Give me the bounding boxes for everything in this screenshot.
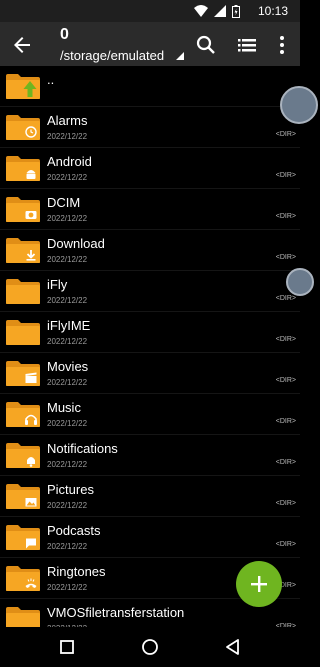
back-arrow-icon[interactable] (10, 33, 34, 57)
dir-tag: <DIR> (275, 500, 296, 507)
home-circle-icon[interactable] (140, 637, 160, 657)
folder-headphones-icon (6, 402, 40, 427)
folder-ringtone-icon (6, 566, 40, 591)
file-row[interactable]: Pictures 2022/12/22 <DIR> (0, 476, 300, 517)
file-row[interactable]: Alarms 2022/12/22 <DIR> (0, 107, 300, 148)
file-row[interactable]: Podcasts 2022/12/22 <DIR> (0, 517, 300, 558)
more-vert-icon[interactable] (270, 33, 294, 57)
plus-icon (251, 576, 267, 592)
current-path[interactable]: /storage/emulated (60, 48, 164, 63)
file-row[interactable]: iFlyIME 2022/12/22 <DIR> (0, 312, 300, 353)
dir-tag: <DIR> (275, 254, 296, 261)
file-name: Pictures (47, 482, 94, 497)
folder-icon (6, 607, 40, 627)
status-icons (194, 4, 240, 18)
file-row[interactable]: Movies 2022/12/22 <DIR> (0, 353, 300, 394)
file-date: 2022/12/22 (47, 214, 88, 223)
file-row[interactable]: Android 2022/12/22 <DIR> (0, 148, 300, 189)
folder-movie-icon (6, 361, 40, 386)
file-row[interactable]: DCIM 2022/12/22 <DIR> (0, 189, 300, 230)
wifi-icon (194, 5, 208, 17)
folder-bell-icon (6, 443, 40, 468)
folder-chat-icon (6, 525, 40, 550)
file-name: Alarms (47, 113, 88, 128)
file-date: 2022/12/22 (47, 542, 88, 551)
file-date: 2022/12/22 (47, 460, 88, 469)
floating-window-bubble-small[interactable] (286, 268, 314, 296)
file-name: Ringtones (47, 564, 106, 579)
file-list: .. Alarms 2022/12/22 <DIR> Android 2022/12/22… (0, 66, 300, 627)
folder-image-icon (6, 484, 40, 509)
file-date: 2022/12/22 (47, 173, 88, 182)
recents-square-icon[interactable] (57, 637, 77, 657)
status-time: 10:13 (257, 4, 288, 18)
file-date: 2022/12/22 (47, 501, 88, 510)
path-dropdown-indicator[interactable] (176, 52, 184, 60)
signal-icon (214, 5, 226, 17)
file-date: 2022/12/22 (47, 337, 88, 346)
status-bar: 10:13 (0, 0, 300, 22)
dir-tag: <DIR> (275, 213, 296, 220)
file-name: iFlyIME (47, 318, 91, 333)
file-date: 2022/12/22 (47, 583, 88, 592)
file-name: iFly (47, 277, 68, 292)
file-name: Movies (47, 359, 89, 374)
folder-camera-icon (6, 197, 40, 222)
file-date: 2022/12/22 (47, 255, 88, 264)
folder-icon (6, 279, 40, 304)
dir-tag: <DIR> (275, 377, 296, 384)
battery-icon (232, 4, 240, 18)
folder-android-icon (6, 156, 40, 181)
list-view-icon[interactable] (235, 33, 259, 57)
path-item-count: 0 (60, 26, 69, 43)
system-nav-bar (0, 627, 300, 667)
folder-download-icon (6, 238, 40, 263)
dir-tag: <DIR> (275, 541, 296, 548)
file-date: 2022/12/22 (47, 419, 88, 428)
back-triangle-icon[interactable] (223, 637, 243, 657)
file-row[interactable]: Music 2022/12/22 <DIR> (0, 394, 300, 435)
file-name: Notifications (47, 441, 118, 456)
file-date: 2022/12/22 (47, 132, 88, 141)
file-row[interactable]: iFly 2022/12/22 <DIR> (0, 271, 300, 312)
floating-window-bubble[interactable] (280, 86, 318, 124)
file-name: .. (47, 72, 55, 87)
dir-tag: <DIR> (275, 172, 296, 179)
dir-tag: <DIR> (275, 131, 296, 138)
file-name: Download (47, 236, 105, 251)
folder-alarm-icon (6, 115, 40, 140)
dir-tag: <DIR> (275, 295, 296, 302)
app-toolbar: 0 /storage/emulated (0, 22, 300, 66)
file-date: 2022/12/22 (47, 378, 88, 387)
dir-tag: <DIR> (275, 336, 296, 343)
folder-up-arrow-icon (6, 74, 40, 99)
parent-dir-row[interactable]: .. (0, 66, 300, 107)
file-name: VMOSfiletransferstation (47, 605, 185, 620)
file-name: DCIM (47, 195, 81, 210)
file-name: Music (47, 400, 81, 415)
file-date: 2022/12/22 (47, 296, 88, 305)
search-icon[interactable] (194, 33, 218, 57)
folder-icon (6, 320, 40, 345)
dir-tag: <DIR> (275, 459, 296, 466)
file-row[interactable]: Notifications 2022/12/22 <DIR> (0, 435, 300, 476)
file-name: Android (47, 154, 92, 169)
dir-tag: <DIR> (275, 418, 296, 425)
file-name: Podcasts (47, 523, 101, 538)
file-row[interactable]: Download 2022/12/22 <DIR> (0, 230, 300, 271)
add-fab-button[interactable] (236, 561, 282, 607)
